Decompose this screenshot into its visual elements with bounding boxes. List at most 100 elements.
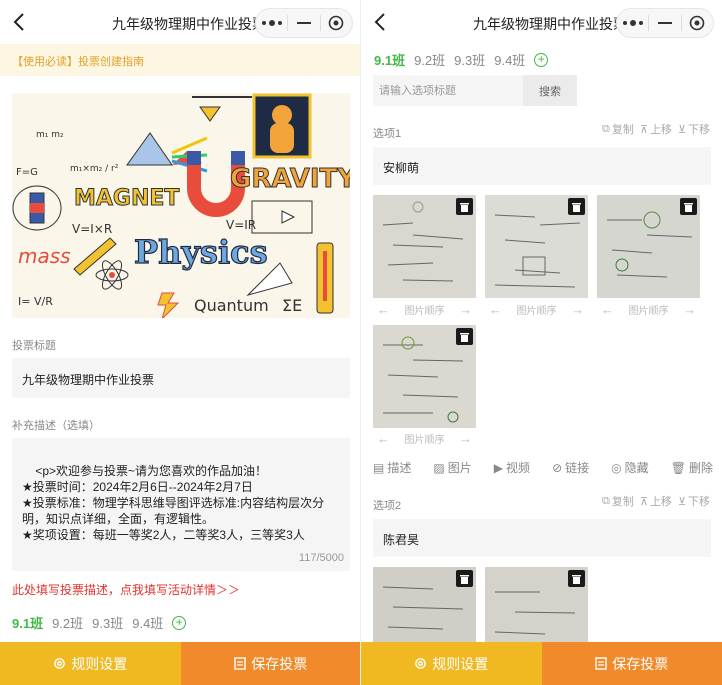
copy-button[interactable]: ⧉ 复制 xyxy=(602,493,634,509)
search-bar: 搜索 xyxy=(373,75,577,106)
move-up-button[interactable]: ⊼ 上移 xyxy=(640,493,672,509)
option-2-label: 选项2 xyxy=(373,500,402,512)
svg-text:GRAVITY: GRAVITY xyxy=(230,164,350,194)
trash-icon[interactable] xyxy=(456,570,473,587)
option-1-photo-2[interactable] xyxy=(485,195,588,298)
description-textarea[interactable]: <p>欢迎参与投票~请为您喜欢的作品加油！ ★投票时间：2024年2月6日--2… xyxy=(12,438,350,571)
option-1-name-input[interactable]: 安柳萌 xyxy=(373,147,711,185)
photo-2-order: ← 图片顺序 → xyxy=(485,299,588,319)
add-link-button[interactable]: ⊘ 链接 xyxy=(552,459,589,476)
photo-4-order: ← 图片顺序 → xyxy=(373,428,476,448)
move-down-button[interactable]: ⊻ 下移 xyxy=(678,121,710,137)
delete-button[interactable]: 🗑 删除 xyxy=(671,459,713,476)
arrow-left-icon[interactable]: ← xyxy=(373,431,394,446)
move-down-button[interactable]: ⊻ 下移 xyxy=(678,493,710,509)
svg-text:ΣE: ΣE xyxy=(282,296,302,315)
rules-settings-button[interactable]: 规则设置 xyxy=(361,642,542,685)
option-search-input[interactable] xyxy=(373,75,523,106)
arrow-left-icon[interactable]: ← xyxy=(485,302,506,317)
save-vote-button[interactable]: 保存投票 xyxy=(541,642,722,685)
arrow-right-icon[interactable]: → xyxy=(455,302,476,317)
tab-class-9-2[interactable]: 9.2班 xyxy=(414,50,445,69)
add-class-icon[interactable]: + xyxy=(172,615,187,630)
down-circle-icon: ⊻ xyxy=(677,495,686,508)
back-arrow-icon[interactable] xyxy=(10,11,30,33)
search-button[interactable]: 搜索 xyxy=(523,75,577,106)
trash-icon[interactable] xyxy=(456,328,473,345)
cover-image[interactable]: MAGNET GRAVITY Physics mass Quantum V=I×… xyxy=(12,93,350,318)
description-label: 补充描述（选填） xyxy=(12,420,100,432)
photo-1-order: ← 图片顺序 → xyxy=(373,299,476,319)
save-doc-icon xyxy=(595,657,607,670)
hide-button[interactable]: ◎ 隐藏 xyxy=(611,459,649,476)
svg-text:m₁×m₂ / r²: m₁×m₂ / r² xyxy=(70,164,119,174)
option-1-actions: ⧉ 复制 ⊼ 上移 ⊻ 下移 xyxy=(602,121,710,137)
up-circle-icon: ⊼ xyxy=(639,495,648,508)
minimize-icon[interactable] xyxy=(288,9,319,37)
activity-details-link[interactable]: 此处填写投票描述，点我填写活动详情＞＞ xyxy=(12,581,240,598)
left-screen: 九年级物理期中作业投票 【使用必读】投票创建指南 MAGNET GRAVITY … xyxy=(0,0,361,685)
trash-icon[interactable] xyxy=(680,198,697,215)
footer-bar: 规则设置 保存投票 xyxy=(361,642,722,685)
option-1-label: 选项1 xyxy=(373,128,402,140)
more-icon[interactable] xyxy=(617,9,648,37)
arrow-right-icon[interactable]: → xyxy=(679,302,700,317)
more-icon[interactable] xyxy=(256,9,287,37)
nav-bar: 九年级物理期中作业投票 xyxy=(0,0,360,44)
rules-settings-label: 规则设置 xyxy=(71,655,128,672)
back-arrow-icon[interactable] xyxy=(371,11,391,33)
trash-icon: 🗑 xyxy=(670,460,686,475)
tab-class-9-4[interactable]: 9.4班 xyxy=(494,50,525,69)
photo-3-order: ← 图片顺序 → xyxy=(597,299,700,319)
describe-button[interactable]: ▤ 描述 xyxy=(373,459,411,476)
tab-class-9-3[interactable]: 9.3班 xyxy=(454,50,485,69)
svg-text:MAGNET: MAGNET xyxy=(74,186,179,211)
minimize-icon[interactable] xyxy=(649,9,680,37)
nav-bar: 九年级物理期中作业投票 xyxy=(361,0,722,44)
close-target-icon[interactable] xyxy=(321,9,352,37)
save-vote-button[interactable]: 保存投票 xyxy=(180,642,360,685)
copy-button[interactable]: ⧉ 复制 xyxy=(602,121,634,137)
tab-class-9-1[interactable]: 9.1班 xyxy=(12,613,43,632)
up-circle-icon: ⊼ xyxy=(639,123,648,136)
page-title: 九年级物理期中作业投票 xyxy=(112,16,266,32)
close-target-icon[interactable] xyxy=(682,9,713,37)
arrow-right-icon[interactable]: → xyxy=(567,302,588,317)
trash-icon[interactable] xyxy=(568,198,585,215)
document-icon: ▤ xyxy=(373,460,385,475)
tab-class-9-4[interactable]: 9.4班 xyxy=(132,613,163,632)
svg-text:Physics: Physics xyxy=(134,233,268,271)
trash-icon[interactable] xyxy=(568,570,585,587)
rules-settings-button[interactable]: 规则设置 xyxy=(0,642,181,685)
svg-text:m₁ m₂: m₁ m₂ xyxy=(36,130,64,140)
class-tabs: 9.1班 9.2班 9.3班 9.4班 + xyxy=(12,613,187,632)
vote-title-input[interactable]: 九年级物理期中作业投票 xyxy=(12,358,350,398)
option-2-name-input[interactable]: 陈君昊 xyxy=(373,519,711,557)
arrow-left-icon[interactable]: ← xyxy=(597,302,618,317)
option-1-photo-1[interactable] xyxy=(373,195,476,298)
copy-icon: ⧉ xyxy=(602,122,610,135)
option-1-photo-4[interactable] xyxy=(373,325,476,428)
eye-icon: ◎ xyxy=(611,460,622,475)
tab-class-9-2[interactable]: 9.2班 xyxy=(52,613,83,632)
guide-notice[interactable]: 【使用必读】投票创建指南 xyxy=(0,44,360,76)
arrow-left-icon[interactable]: ← xyxy=(373,302,394,317)
video-icon: ▶ xyxy=(493,460,504,475)
arrow-right-icon[interactable]: → xyxy=(455,431,476,446)
footer-bar: 规则设置 保存投票 xyxy=(0,642,360,685)
tab-class-9-1[interactable]: 9.1班 xyxy=(374,50,405,69)
add-image-button[interactable]: ▨ 图片 xyxy=(433,459,471,476)
title-label: 投票标题 xyxy=(12,340,56,352)
option-1-toolbar: ▤ 描述 ▨ 图片 ▶ 视频 ⊘ 链接 ◎ 隐藏 🗑 删除 xyxy=(373,459,713,476)
option-2-actions: ⧉ 复制 ⊼ 上移 ⊻ 下移 xyxy=(602,493,710,509)
add-class-icon[interactable]: + xyxy=(534,52,549,67)
svg-text:mass: mass xyxy=(18,244,71,268)
tab-class-9-3[interactable]: 9.3班 xyxy=(92,613,123,632)
move-up-button[interactable]: ⊼ 上移 xyxy=(640,121,672,137)
add-video-button[interactable]: ▶ 视频 xyxy=(494,459,530,476)
option-1-photo-3[interactable] xyxy=(597,195,700,298)
svg-text:V=I×R: V=I×R xyxy=(72,222,112,236)
save-doc-icon xyxy=(234,657,246,670)
right-screen: 九年级物理期中作业投票 9.1班 9.2班 9.3班 9.4班 + 搜索 选项1… xyxy=(361,0,722,685)
trash-icon[interactable] xyxy=(456,198,473,215)
